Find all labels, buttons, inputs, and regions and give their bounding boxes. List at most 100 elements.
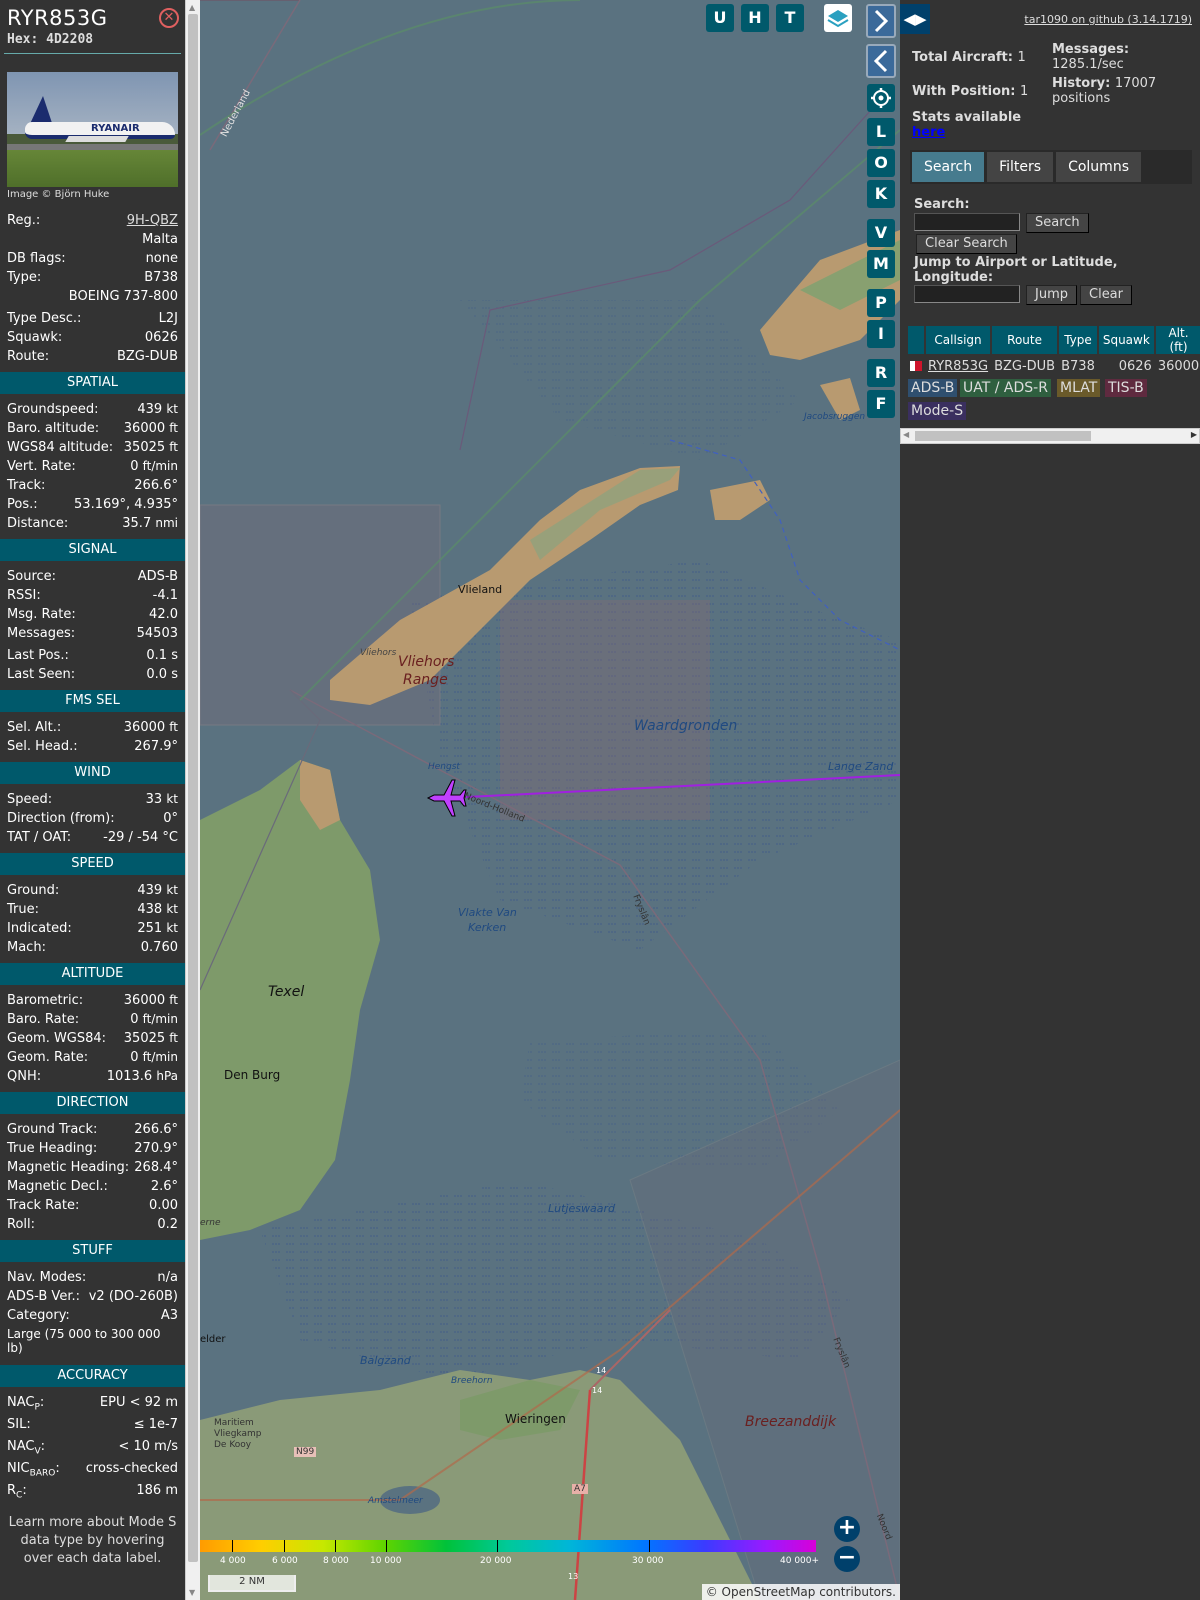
- detail-row: Msg. Rate: 42.0: [0, 605, 185, 624]
- section-header-altitude[interactable]: ALTITUDE: [0, 963, 185, 985]
- detail-unit: ft/min: [142, 1050, 178, 1064]
- sidebar-scrollbar[interactable]: ▲ ▼: [185, 0, 200, 1600]
- detail-label: WGS84 altitude:: [7, 440, 114, 455]
- zoom-out-icon[interactable]: −: [834, 1546, 860, 1572]
- scale-tick: [649, 1540, 650, 1552]
- map-button-i[interactable]: I: [867, 320, 895, 348]
- close-icon[interactable]: ✕: [159, 8, 179, 28]
- column-header-route[interactable]: Route: [992, 326, 1058, 354]
- stat-value: 1285.1/sec: [1052, 57, 1124, 72]
- detail-row: Ground Track: 266.6°: [0, 1120, 185, 1139]
- altitude-scale-label: 4 000: [220, 1556, 246, 1566]
- chevron-right-icon[interactable]: [866, 4, 896, 38]
- section-header-wind[interactable]: WIND: [0, 762, 185, 784]
- jump-input[interactable]: [914, 285, 1020, 303]
- altitude-section: Barometric: 36000 ft Baro. Rate: 0 ft/min Ge…: [0, 991, 185, 1086]
- map-label-vliehors-range-1: Vliehors: [398, 654, 455, 670]
- map-view[interactable]: Nederland Vlieland Vliehors Vliehors Ran…: [200, 0, 900, 1600]
- section-header-stuff[interactable]: STUFF: [0, 1240, 185, 1262]
- search-button[interactable]: Search: [1026, 213, 1089, 233]
- section-header-direction[interactable]: DIRECTION: [0, 1092, 185, 1114]
- map-attribution[interactable]: © OpenStreetMap contributors.: [701, 1584, 900, 1600]
- map-label-hengst: Hengst: [428, 762, 460, 772]
- column-header-altitude[interactable]: Alt. (ft): [1155, 326, 1200, 354]
- map-label-breezanddijk: Breezanddijk: [745, 1414, 837, 1430]
- gear-icon[interactable]: [867, 84, 895, 112]
- section-header-signal[interactable]: SIGNAL: [0, 539, 185, 561]
- column-header-type[interactable]: Type: [1059, 326, 1097, 354]
- map-button-o[interactable]: O: [867, 149, 895, 177]
- map-button-l[interactable]: L: [867, 118, 895, 146]
- registration-link[interactable]: 9H-QBZ: [127, 211, 178, 230]
- detail-value: 0.00: [149, 1196, 178, 1215]
- column-header-squawk[interactable]: Squawk: [1098, 326, 1154, 354]
- scroll-up-arrow-icon[interactable]: ▲: [189, 3, 195, 12]
- detail-value-number: 0°: [163, 811, 178, 826]
- scrollbar-thumb[interactable]: [188, 14, 198, 1562]
- altitude-scale-label: 8 000: [323, 1556, 349, 1566]
- section-header-spatial[interactable]: SPATIAL: [0, 372, 185, 394]
- with-position-stat: With Position: 1: [912, 84, 1028, 99]
- map-button-r[interactable]: R: [867, 359, 895, 387]
- info-label: Type:: [7, 270, 42, 285]
- scrollbar-thumb[interactable]: [915, 431, 1091, 441]
- map-button-v[interactable]: V: [867, 219, 895, 247]
- info-row-typefull: BOEING 737-800: [0, 287, 185, 306]
- tab-filters[interactable]: Filters: [987, 152, 1054, 182]
- map-button-f[interactable]: F: [867, 390, 895, 418]
- section-header-speed[interactable]: SPEED: [0, 853, 185, 875]
- tab-columns[interactable]: Columns: [1056, 152, 1141, 182]
- clear-button[interactable]: Clear: [1080, 285, 1132, 305]
- section-header-fms[interactable]: FMS SEL: [0, 690, 185, 712]
- search-label: Search:: [914, 197, 970, 212]
- section-header-accuracy[interactable]: ACCURACY: [0, 1365, 185, 1387]
- map-button-k[interactable]: K: [867, 180, 895, 208]
- detail-value-number: 186 m: [136, 1483, 178, 1498]
- detail-row: ADS-B Ver.: v2 (DO-260B): [0, 1287, 185, 1306]
- map-button-m[interactable]: M: [867, 250, 895, 278]
- detail-label: Geom. WGS84:: [7, 1031, 107, 1046]
- detail-value-number: 0.00: [149, 1198, 178, 1213]
- detail-value: 438 kt: [137, 900, 178, 919]
- detail-row: True: 438 kt: [0, 900, 185, 919]
- info-row-typedesc: Type Desc.: L2J: [0, 309, 185, 328]
- cell-callsign[interactable]: RYR853G: [926, 356, 991, 376]
- layers-icon[interactable]: [824, 4, 852, 32]
- clear-search-button[interactable]: Clear Search: [916, 234, 1017, 254]
- chevron-left-icon[interactable]: [866, 44, 896, 78]
- detail-value: -4.1: [153, 586, 178, 605]
- accuracy-section: NACP: EPU < 92 m SIL: ≤ 1e-7 NACV: < 10 m/s NI…: [0, 1393, 185, 1501]
- map-button-p[interactable]: P: [867, 289, 895, 317]
- aircraft-photo[interactable]: RYANAIR: [7, 72, 178, 187]
- table-row[interactable]: RYR853G BZG-DUB B738 0626 36000: [908, 356, 1200, 376]
- legend-badge-adsb: ADS-B: [908, 379, 958, 397]
- detail-label: True:: [7, 902, 39, 917]
- detail-label: Direction (from):: [7, 811, 115, 826]
- detail-row: Geom. Rate: 0 ft/min: [0, 1048, 185, 1067]
- expand-sidebar-icon[interactable]: ◀▶: [900, 4, 930, 34]
- detail-unit: ft: [169, 720, 178, 734]
- tab-search[interactable]: Search: [912, 152, 985, 182]
- info-row-country: Malta: [0, 230, 185, 249]
- cell-squawk: 0626: [1098, 356, 1154, 376]
- github-link[interactable]: tar1090 on github (3.14.1719): [1024, 13, 1192, 26]
- stats-link[interactable]: here: [912, 125, 945, 140]
- scroll-down-arrow-icon[interactable]: ▼: [189, 1588, 195, 1597]
- map-button-t[interactable]: T: [776, 4, 804, 32]
- column-header-callsign[interactable]: Callsign: [926, 326, 991, 354]
- detail-value-number: < 10 m/s: [118, 1439, 178, 1454]
- zoom-in-icon[interactable]: +: [834, 1516, 860, 1542]
- table-horizontal-scrollbar[interactable]: ◀ ▶: [900, 428, 1200, 444]
- scroll-left-arrow-icon[interactable]: ◀: [903, 430, 909, 439]
- detail-value-number: 35025: [123, 440, 166, 455]
- scroll-right-arrow-icon[interactable]: ▶: [1191, 430, 1197, 439]
- map-button-u[interactable]: U: [706, 4, 734, 32]
- info-label: Type Desc.:: [7, 311, 82, 326]
- detail-label: Indicated:: [7, 921, 72, 936]
- search-input[interactable]: [914, 213, 1020, 231]
- map-button-h[interactable]: H: [741, 4, 769, 32]
- map-label-a7: A7: [572, 1484, 588, 1494]
- scale-tick: [497, 1540, 498, 1552]
- jump-button[interactable]: Jump: [1026, 285, 1077, 305]
- detail-value-number: v2 (DO-260B): [88, 1289, 178, 1304]
